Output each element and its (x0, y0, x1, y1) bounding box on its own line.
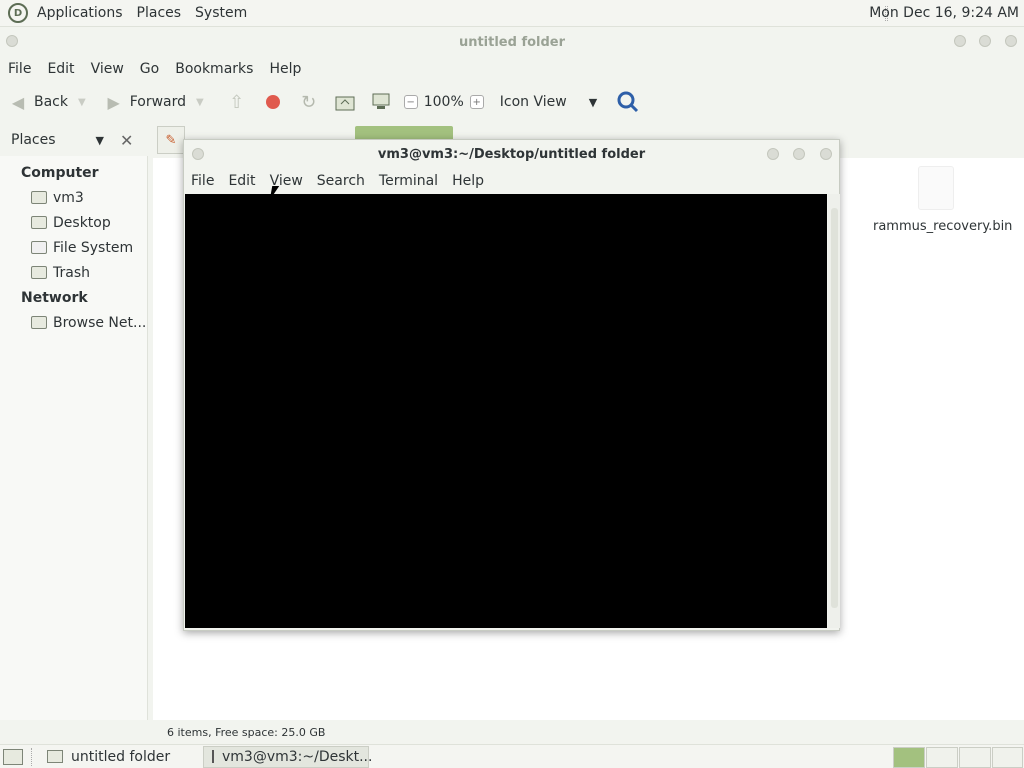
clock[interactable]: Mon Dec 16, 9:24 AM (869, 5, 1019, 21)
places-selector[interactable]: Places (11, 132, 56, 148)
applications-menu[interactable]: Applications (32, 5, 128, 21)
toolbar: ◀ Back ▼ ▶ Forward ▼ ⇧ ↻ − 100% + Icon V… (0, 83, 1024, 121)
home-folder-icon (31, 191, 47, 204)
menu-view[interactable]: View (83, 61, 132, 77)
home-folder-icon[interactable] (334, 91, 356, 113)
status-bar: 6 items, Free space: 25.0 GB (167, 725, 326, 739)
sidebar-section-network: Network (21, 289, 88, 306)
menu-file[interactable]: File (0, 61, 39, 77)
sidebar: Computer vm3 Desktop File System Trash N… (0, 156, 148, 720)
sidebar-item-desktop[interactable]: Desktop (0, 210, 147, 235)
terminal-menu-search[interactable]: Search (310, 173, 372, 189)
menu-go[interactable]: Go (132, 61, 167, 77)
maximize-button[interactable] (979, 35, 991, 47)
sidebar-item-label: Trash (53, 264, 90, 281)
close-button[interactable] (820, 148, 832, 160)
places-menu[interactable]: Places (132, 5, 187, 21)
trash-icon (31, 266, 47, 279)
minimize-button[interactable] (954, 35, 966, 47)
task-button-file-manager[interactable]: untitled folder (39, 746, 199, 768)
terminal-scrollbar[interactable] (828, 194, 840, 628)
terminal-menu-view[interactable]: View (263, 173, 310, 189)
minimize-button[interactable] (767, 148, 779, 160)
terminal-window[interactable]: vm3@vm3:~/Desktop/untitled folder File E… (183, 139, 840, 631)
desktop-folder-icon (31, 216, 47, 229)
terminal-menu-help[interactable]: Help (445, 173, 491, 189)
sidebar-item-label: vm3 (53, 189, 84, 206)
computer-icon[interactable] (370, 91, 392, 113)
terminal-icon (212, 750, 214, 763)
close-sidebar-icon[interactable]: ✕ (120, 131, 133, 150)
workspace-3[interactable] (959, 747, 991, 768)
back-history-dropdown[interactable]: ▼ (78, 97, 86, 108)
task-button-terminal[interactable]: vm3@vm3:~/Deskt... (203, 745, 373, 768)
terminal-screen[interactable] (185, 194, 827, 628)
terminal-title: vm3@vm3:~/Desktop/untitled folder (377, 146, 646, 162)
window-menu-icon[interactable] (192, 148, 204, 160)
maximize-button[interactable] (793, 148, 805, 160)
close-button[interactable] (1005, 35, 1017, 47)
forward-history-dropdown[interactable]: ▼ (196, 97, 204, 108)
zoom-out-icon[interactable]: − (403, 95, 418, 109)
workspace-2[interactable] (926, 747, 958, 768)
terminal-menubar: File Edit View Search Terminal Help (184, 169, 839, 193)
view-mode-dropdown-icon[interactable]: ▼ (589, 96, 597, 109)
task-label: untitled folder (71, 748, 171, 765)
file-manager-title: untitled folder (458, 34, 566, 50)
sidebar-item-file-system[interactable]: File System (0, 235, 147, 260)
sidebar-item-label: File System (53, 239, 134, 256)
stop-icon[interactable] (262, 91, 284, 113)
forward-button[interactable]: ▶ Forward (104, 92, 186, 112)
terminal-menu-edit[interactable]: Edit (221, 173, 262, 189)
file-icon[interactable] (918, 166, 954, 210)
show-desktop-icon[interactable] (3, 748, 23, 765)
scrollbar-thumb[interactable] (831, 208, 838, 608)
search-icon[interactable] (617, 91, 639, 113)
sidebar-item-trash[interactable]: Trash (0, 260, 147, 285)
chevron-down-icon[interactable]: ▼ (96, 134, 104, 147)
sidebar-item-browse-network[interactable]: Browse Net... (0, 310, 147, 335)
sidebar-item-label: Browse Net... (53, 314, 147, 331)
terminal-menu-terminal[interactable]: Terminal (372, 173, 445, 189)
back-label: Back (34, 94, 68, 110)
taskbar-separator (31, 747, 33, 766)
terminal-menu-file[interactable]: File (184, 173, 221, 189)
view-mode-select[interactable]: Icon View (500, 94, 567, 110)
folder-icon (47, 750, 63, 763)
arrow-left-icon: ◀ (11, 92, 25, 112)
back-button[interactable]: ◀ Back (8, 92, 68, 112)
menu-help[interactable]: Help (261, 61, 309, 77)
file-manager-titlebar[interactable]: untitled folder (0, 27, 1024, 57)
system-menu[interactable]: System (190, 5, 252, 21)
network-icon (31, 316, 47, 329)
workspace-4[interactable] (992, 747, 1023, 768)
top-panel: D Applications Places System Mon Dec 16,… (0, 0, 1024, 27)
sidebar-section-computer: Computer (21, 164, 99, 181)
sidebar-item-label: Desktop (53, 214, 111, 231)
window-menu-icon[interactable] (6, 35, 18, 47)
taskbar: untitled folder vm3@vm3:~/Deskt... (0, 744, 1024, 768)
arrow-right-icon: ▶ (107, 92, 120, 112)
zoom-in-icon[interactable]: + (469, 95, 484, 109)
file-manager-menubar: File Edit View Go Bookmarks Help (0, 57, 1024, 81)
forward-label: Forward (129, 94, 187, 110)
distro-logo-icon[interactable]: D (8, 3, 28, 23)
workspace-1[interactable] (893, 747, 925, 768)
menu-edit[interactable]: Edit (39, 61, 82, 77)
task-label: vm3@vm3:~/Deskt... (222, 748, 373, 765)
sidebar-item-vm3[interactable]: vm3 (0, 185, 147, 210)
zoom-level: 100% (423, 94, 464, 110)
file-name[interactable]: rammus_recovery.bin (873, 219, 1012, 234)
reload-icon[interactable]: ↻ (298, 91, 320, 113)
edit-location-icon[interactable]: ✎ (157, 126, 185, 154)
sidebar-header: Places ▼ ✕ (0, 126, 148, 154)
drive-icon (31, 241, 47, 254)
menu-bookmarks[interactable]: Bookmarks (167, 61, 261, 77)
terminal-titlebar[interactable]: vm3@vm3:~/Desktop/untitled folder (184, 140, 839, 168)
up-arrow-icon[interactable]: ⇧ (226, 91, 248, 113)
